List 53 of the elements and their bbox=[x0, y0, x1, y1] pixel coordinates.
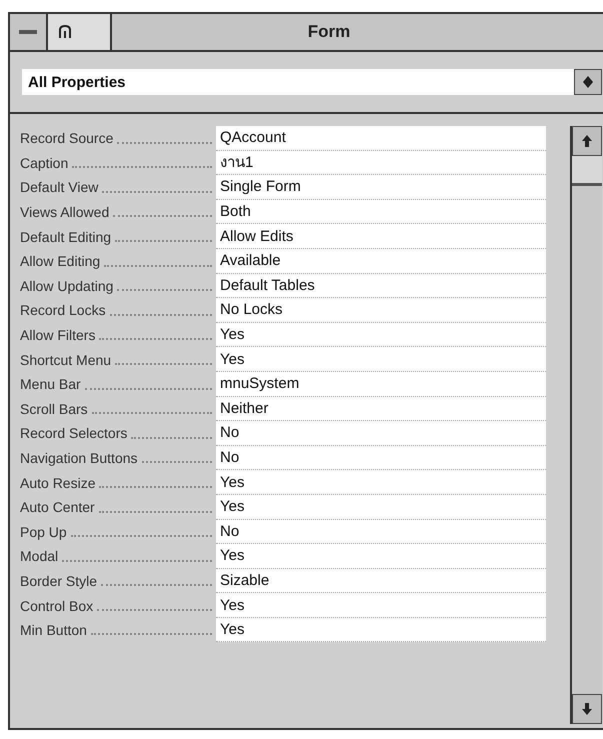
property-value[interactable]: No Locks bbox=[216, 298, 546, 323]
property-value[interactable]: Yes bbox=[216, 593, 546, 618]
property-name: Modal bbox=[19, 548, 58, 564]
property-name: Control Box bbox=[19, 598, 94, 614]
property-name: Caption bbox=[19, 154, 68, 171]
scrollbar[interactable] bbox=[570, 126, 602, 724]
property-value[interactable]: Yes bbox=[216, 494, 546, 520]
scroll-up-button[interactable] bbox=[572, 126, 602, 156]
window-title: Form bbox=[306, 22, 352, 42]
property-name: Record Source bbox=[19, 130, 114, 146]
property-value[interactable]: Yes bbox=[216, 618, 546, 642]
property-name: Allow Editing bbox=[19, 253, 100, 270]
property-value[interactable]: No bbox=[216, 421, 546, 446]
property-name: Scroll Bars bbox=[19, 400, 88, 417]
down-arrow-icon bbox=[581, 702, 593, 716]
property-value[interactable]: Allow Edits bbox=[216, 224, 546, 249]
property-name: Auto Resize bbox=[19, 474, 96, 491]
scroll-thumb[interactable] bbox=[572, 156, 602, 186]
property-name: Allow Filters bbox=[19, 327, 96, 344]
property-value[interactable]: Both bbox=[216, 200, 546, 224]
property-value[interactable]: Single Form bbox=[216, 175, 546, 200]
property-value[interactable]: Available bbox=[216, 248, 546, 274]
property-name: Record Selectors bbox=[19, 425, 128, 442]
property-name: Default View bbox=[19, 179, 98, 196]
property-value[interactable]: Yes bbox=[216, 322, 546, 348]
property-value[interactable]: No bbox=[216, 520, 546, 544]
property-value[interactable]: QAccount bbox=[216, 126, 546, 151]
property-value[interactable]: mnuSystem bbox=[216, 372, 546, 397]
minus-icon bbox=[18, 28, 38, 36]
property-name: Shortcut Menu bbox=[19, 352, 112, 368]
property-value[interactable]: Sizable bbox=[216, 568, 546, 594]
property-name: Menu Bar bbox=[19, 376, 81, 392]
scroll-down-button[interactable] bbox=[572, 694, 602, 724]
property-value[interactable]: Default Tables bbox=[216, 274, 546, 298]
properties-dropdown[interactable]: All Properties bbox=[22, 69, 602, 95]
property-name: Auto Center bbox=[19, 499, 95, 516]
property-name: Navigation Buttons bbox=[19, 450, 138, 466]
property-name: Border Style bbox=[19, 572, 98, 589]
property-name: Allow Updating bbox=[19, 278, 114, 294]
toolbar-button[interactable] bbox=[48, 14, 112, 50]
property-name: Default Editing bbox=[19, 228, 112, 245]
property-name: Min Button bbox=[19, 622, 87, 638]
property-name: Pop Up bbox=[19, 524, 67, 540]
up-arrow-icon bbox=[581, 134, 593, 148]
property-name: Views Allowed bbox=[19, 204, 110, 220]
property-value[interactable]: Yes bbox=[216, 347, 546, 372]
dropdown-button[interactable] bbox=[574, 69, 602, 95]
property-value[interactable]: No bbox=[216, 446, 546, 470]
property-name: Record Locks bbox=[19, 302, 106, 318]
property-value[interactable]: งาน1 bbox=[216, 150, 546, 176]
property-value[interactable]: Neither bbox=[216, 396, 546, 422]
property-value[interactable]: Yes bbox=[216, 544, 546, 569]
property-value[interactable]: Yes bbox=[216, 470, 546, 495]
